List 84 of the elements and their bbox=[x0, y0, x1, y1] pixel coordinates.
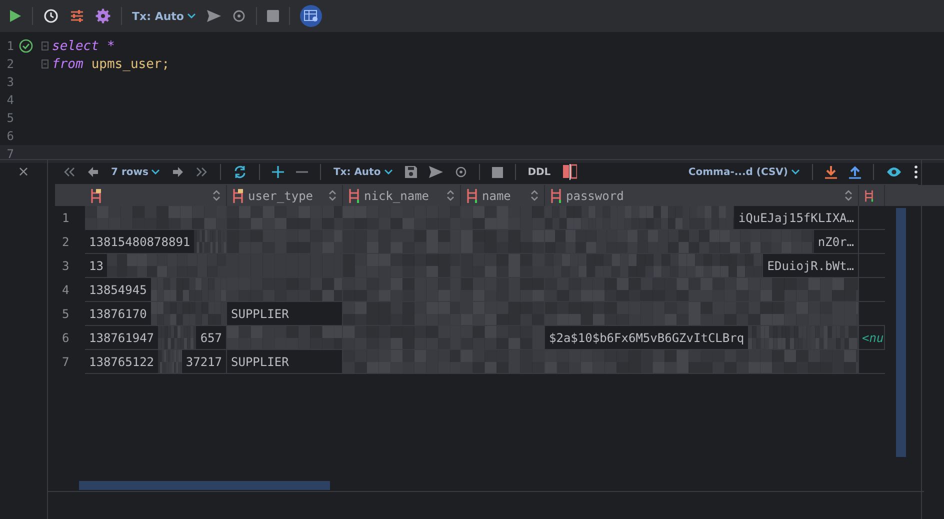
settings-sliders-icon[interactable] bbox=[69, 8, 85, 24]
row-number: 4 bbox=[61, 282, 70, 299]
column-icon bbox=[467, 188, 477, 202]
row-number: 5 bbox=[61, 306, 70, 323]
caret-icon bbox=[791, 169, 800, 175]
column-icon bbox=[551, 188, 561, 202]
upload-icon[interactable] bbox=[849, 166, 861, 178]
download-icon[interactable] bbox=[825, 166, 837, 178]
more-options-icon[interactable] bbox=[914, 165, 918, 179]
export-format-dropdown[interactable]: Comma-...d (CSV) bbox=[688, 166, 800, 178]
transaction-mode-dropdown[interactable]: Tx: Auto bbox=[333, 166, 393, 178]
save-icon[interactable] bbox=[404, 166, 417, 178]
caret-icon bbox=[187, 13, 196, 19]
refresh-icon[interactable] bbox=[233, 165, 248, 179]
line-number: 3 bbox=[6, 75, 14, 89]
horizontal-scrollbar[interactable] bbox=[79, 481, 330, 490]
row-number: 2 bbox=[61, 234, 70, 251]
line-number: 5 bbox=[6, 111, 14, 125]
table-cell-text: nZ0r… bbox=[816, 234, 855, 248]
first-page-icon[interactable] bbox=[63, 167, 75, 177]
line-number: 7 bbox=[6, 147, 14, 161]
code-token: * bbox=[106, 38, 115, 54]
table-cell-text: SUPPLIER bbox=[230, 306, 290, 320]
table-view-icon[interactable] bbox=[300, 5, 322, 27]
code-token: select bbox=[52, 38, 99, 54]
table-cell-text: $2a$10$b6Fx6M5vB6GZvItCLBrq bbox=[548, 330, 746, 344]
fold-marker-icon[interactable] bbox=[41, 41, 49, 51]
code-token: upms_user; bbox=[91, 56, 170, 72]
column-header[interactable]: name bbox=[482, 188, 526, 202]
add-row-icon[interactable] bbox=[272, 166, 284, 178]
row-number: 7 bbox=[61, 354, 70, 371]
table-cell-text: SUPPLIER bbox=[230, 354, 290, 368]
table-cell-text: iQuEJaj15fKLIXA… bbox=[737, 210, 855, 224]
column-header[interactable]: password bbox=[566, 188, 840, 202]
history-icon[interactable] bbox=[43, 8, 59, 24]
row-number: 6 bbox=[61, 330, 70, 347]
line-number: 4 bbox=[6, 93, 14, 107]
transaction-mode-dropdown[interactable]: Tx: Auto bbox=[132, 10, 196, 22]
sort-icon[interactable] bbox=[329, 190, 336, 201]
line-number: 6 bbox=[6, 129, 14, 143]
stop-icon[interactable] bbox=[492, 166, 503, 178]
next-arrow-icon[interactable] bbox=[172, 167, 184, 177]
table-cell-text: 657 bbox=[199, 330, 223, 344]
row-count-dropdown[interactable]: 7 rows bbox=[111, 166, 160, 178]
ddl-button[interactable]: DDL bbox=[528, 166, 551, 178]
fold-marker-icon[interactable] bbox=[41, 59, 49, 69]
sort-icon[interactable] bbox=[531, 190, 538, 201]
table-cell-text: 138765122 bbox=[88, 354, 156, 368]
previous-arrow-icon[interactable] bbox=[87, 167, 99, 177]
sort-icon[interactable] bbox=[447, 190, 454, 201]
key-column-icon bbox=[233, 188, 243, 202]
line-number: 1 bbox=[6, 39, 14, 53]
table-cell-text: 138761947 bbox=[88, 330, 156, 344]
column-header[interactable]: nick_name bbox=[364, 188, 442, 202]
sort-icon[interactable] bbox=[213, 190, 220, 201]
last-page-icon[interactable] bbox=[196, 167, 208, 177]
table-cell-text: EDuiojR.bWt… bbox=[766, 258, 855, 272]
revert-icon[interactable] bbox=[232, 9, 246, 23]
line-number: 2 bbox=[6, 57, 14, 71]
compare-icon[interactable] bbox=[562, 164, 577, 180]
table-cell-text: 13854945 bbox=[88, 282, 148, 296]
column-icon bbox=[349, 188, 359, 202]
key-column-icon bbox=[91, 188, 101, 202]
settings-icon[interactable] bbox=[95, 8, 111, 24]
sort-icon[interactable] bbox=[845, 190, 852, 201]
caret-icon bbox=[384, 169, 393, 175]
table-cell-text: 37217 bbox=[184, 354, 223, 368]
revert-icon[interactable] bbox=[454, 166, 467, 178]
column-icon bbox=[865, 188, 873, 202]
caret-icon bbox=[151, 169, 160, 175]
row-number: 1 bbox=[61, 210, 70, 227]
table-cell-text: 13876170 bbox=[88, 306, 148, 320]
eye-icon[interactable] bbox=[886, 166, 902, 178]
close-button[interactable]: × bbox=[18, 164, 30, 180]
column-header[interactable]: user_type bbox=[248, 188, 324, 202]
table-cell-text: 13815480878891 bbox=[88, 234, 192, 248]
code-token: from bbox=[52, 56, 84, 72]
run-icon[interactable] bbox=[8, 9, 22, 23]
send-icon[interactable] bbox=[428, 166, 443, 178]
send-icon[interactable] bbox=[206, 9, 222, 23]
null-value: <nu bbox=[861, 330, 884, 344]
table-cell-text: 13 bbox=[88, 258, 104, 272]
vertical-scrollbar[interactable] bbox=[896, 208, 906, 457]
row-number: 3 bbox=[61, 258, 70, 275]
